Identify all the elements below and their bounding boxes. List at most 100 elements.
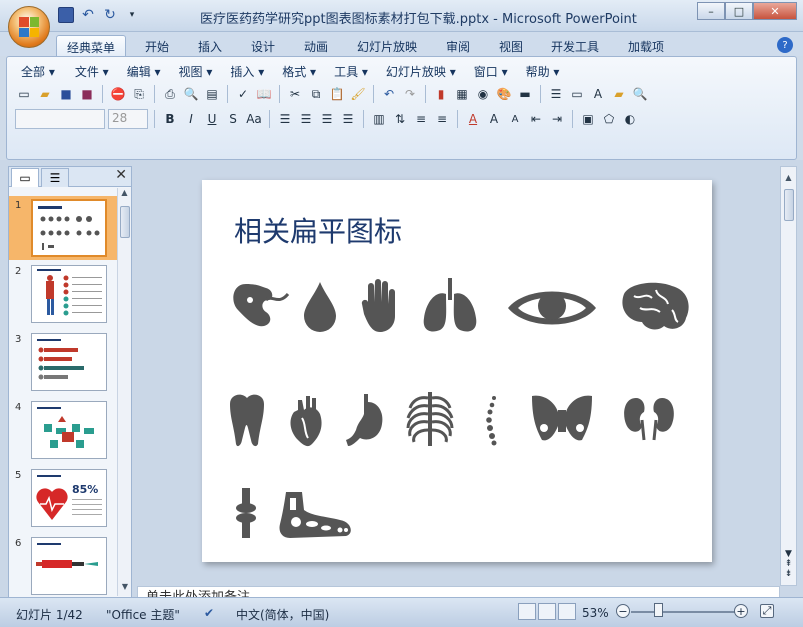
scroll-thumb[interactable] (784, 189, 794, 221)
bold-button[interactable]: B (161, 110, 179, 128)
layout-icon[interactable]: ▤ (203, 85, 221, 103)
shrink-font-icon[interactable]: A (506, 110, 524, 128)
slide-thumbnail[interactable]: 6 (9, 534, 117, 596)
undo-icon[interactable]: ↶ (80, 7, 96, 23)
chart-icon[interactable]: ▮ (432, 85, 450, 103)
zoom-in-button[interactable]: + (734, 604, 748, 618)
menu-format[interactable]: 格式 ▾ (276, 63, 322, 80)
research-icon[interactable]: 📖 (255, 85, 273, 103)
slide-thumbnail[interactable]: 5 85% (9, 466, 117, 530)
undo-icon[interactable]: ↶ (380, 85, 398, 103)
menu-edit[interactable]: 编辑 ▾ (121, 63, 167, 80)
slides-tab[interactable]: ▭ (11, 168, 39, 187)
font-name-combo[interactable] (15, 109, 105, 129)
slide-layout-icon[interactable]: ▭ (568, 85, 586, 103)
shapes-icon[interactable]: ⬠ (600, 110, 618, 128)
tab-addins[interactable]: 加载项 (618, 35, 674, 56)
menu-all[interactable]: 全部 ▾ (15, 63, 61, 80)
tab-insert[interactable]: 插入 (188, 35, 232, 56)
menu-insert[interactable]: 插入 ▾ (224, 63, 270, 80)
textbox-icon[interactable]: A (589, 85, 607, 103)
normal-view-button[interactable] (518, 603, 536, 620)
close-button[interactable]: ✕ (753, 2, 797, 20)
print-preview-icon[interactable]: 🔍 (182, 85, 200, 103)
zoom-slider-thumb[interactable] (654, 603, 663, 617)
new-slide-icon[interactable]: ☰ (547, 85, 565, 103)
slide-thumbnail[interactable]: 3 (9, 330, 117, 394)
redo-icon[interactable]: ↻ (102, 7, 118, 23)
decrease-indent-icon[interactable]: ⇤ (527, 110, 545, 128)
panel-scrollbar[interactable]: ▲ ▼ (117, 188, 131, 596)
tab-animation[interactable]: 动画 (294, 35, 338, 56)
copy-icon[interactable]: ⧉ (307, 85, 325, 103)
tab-review[interactable]: 审阅 (436, 35, 480, 56)
numbering-icon[interactable]: ≡ (412, 110, 430, 128)
panel-close-icon[interactable]: ✕ (115, 167, 127, 186)
spelling-icon[interactable]: ✓ (234, 85, 252, 103)
tab-classic-menu[interactable]: 经典菜单 (56, 35, 127, 56)
strikethrough-button[interactable]: S (224, 110, 242, 128)
justify-icon[interactable]: ☰ (339, 110, 357, 128)
picture-icon[interactable]: ◉ (474, 85, 492, 103)
new-icon[interactable]: ▭ (15, 85, 33, 103)
office-button[interactable] (8, 6, 50, 48)
tab-developer[interactable]: 开发工具 (541, 35, 609, 56)
tab-slideshow[interactable]: 幻灯片放映 (347, 35, 427, 56)
folder-icon[interactable]: ▰ (610, 85, 628, 103)
italic-button[interactable]: I (182, 110, 200, 128)
print-icon[interactable]: ⎙ (161, 85, 179, 103)
help-icon[interactable]: ? (777, 37, 793, 53)
align-right-icon[interactable]: ☰ (318, 110, 336, 128)
table-icon[interactable]: ▦ (453, 85, 471, 103)
slide-sorter-view-button[interactable] (538, 603, 556, 620)
columns-icon[interactable]: ▥ (370, 110, 388, 128)
zoom-level[interactable]: 53% (582, 606, 609, 620)
cut-icon[interactable]: ✂ (286, 85, 304, 103)
slide-scrollbar[interactable]: ▲ ▼ ⇞ ⇟ (780, 166, 797, 586)
tab-view[interactable]: 视图 (489, 35, 533, 56)
customize-qat-icon[interactable]: ▾ (124, 7, 140, 23)
open-icon[interactable]: ▰ (36, 85, 54, 103)
align-left-icon[interactable]: ☰ (276, 110, 294, 128)
menu-slideshow[interactable]: 幻灯片放映 ▾ (380, 63, 462, 80)
arrange-icon[interactable]: ▣ (579, 110, 597, 128)
scroll-thumb[interactable] (120, 206, 130, 238)
fit-to-window-button[interactable]: ⤢ (760, 604, 774, 618)
outline-tab[interactable]: ☰ (41, 168, 69, 187)
zoom-slider[interactable] (631, 611, 741, 613)
permission-icon[interactable]: ⛔ (109, 85, 127, 103)
grow-font-icon[interactable]: A (485, 110, 503, 128)
tab-design[interactable]: 设计 (241, 35, 285, 56)
zoom-out-button[interactable]: − (616, 604, 630, 618)
current-slide[interactable]: 相关扁平图标 (202, 180, 712, 562)
slideshow-view-button[interactable] (558, 603, 576, 620)
slide-thumbnail[interactable]: 1 (9, 196, 117, 260)
maximize-button[interactable]: □ (725, 2, 753, 20)
underline-button[interactable]: U (203, 110, 221, 128)
scroll-up-icon[interactable]: ▲ (118, 188, 131, 202)
tab-home[interactable]: 开始 (135, 35, 179, 56)
font-size-combo[interactable]: 28 (108, 109, 148, 129)
scroll-down-icon[interactable]: ▼ (118, 582, 132, 596)
format-painter-icon[interactable]: 🖌 (349, 85, 367, 103)
wordart-icon[interactable]: 🎨 (495, 85, 513, 103)
minimize-button[interactable]: – (697, 2, 725, 20)
save-icon[interactable]: ■ (57, 85, 75, 103)
slide-thumbnail[interactable]: 2 (9, 262, 117, 326)
menu-tools[interactable]: 工具 ▾ (328, 63, 374, 80)
increase-indent-icon[interactable]: ⇥ (548, 110, 566, 128)
shape-fill-icon[interactable]: ◐ (621, 110, 639, 128)
menu-window[interactable]: 窗口 ▾ (468, 63, 514, 80)
color-icon[interactable]: ▬ (516, 85, 534, 103)
menu-help[interactable]: 帮助 ▾ (520, 63, 566, 80)
change-case-button[interactable]: Aa (245, 110, 263, 128)
find-icon[interactable]: 🔍 (631, 85, 649, 103)
menu-view[interactable]: 视图 ▾ (173, 63, 219, 80)
publish-icon[interactable]: ⎘ (130, 85, 148, 103)
save-as-icon[interactable]: ■ (78, 85, 96, 103)
font-color-icon[interactable]: A (464, 110, 482, 128)
bullets-icon[interactable]: ≡ (433, 110, 451, 128)
text-direction-icon[interactable]: ⇅ (391, 110, 409, 128)
align-center-icon[interactable]: ☰ (297, 110, 315, 128)
prev-next-slide-icon[interactable]: ▼ ⇞ ⇟ (781, 549, 796, 579)
